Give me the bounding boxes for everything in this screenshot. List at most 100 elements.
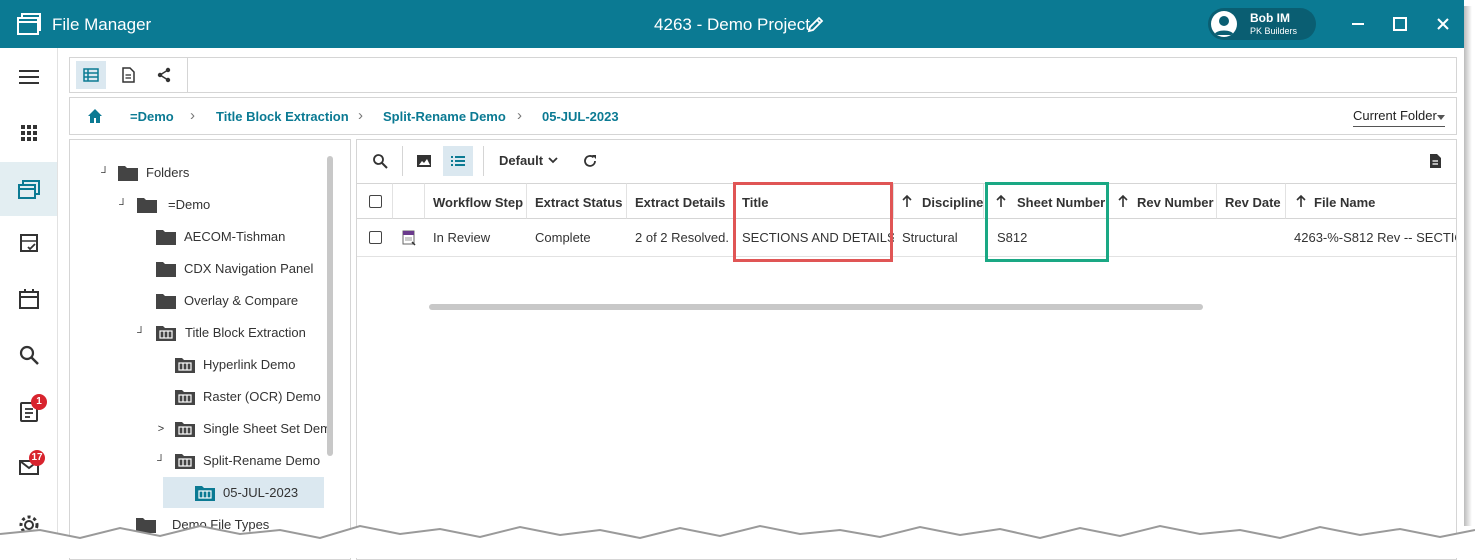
cell-workflow-step[interactable]: In Review [425,219,527,257]
column-header-label: Discipline [922,195,984,210]
column-header[interactable]: Rev Date [1217,183,1286,219]
cell-discipline[interactable]: Structural [894,219,984,257]
left-navigation: 1 17 [0,48,58,558]
tree-node[interactable]: > Single Sheet Set Dem [154,417,330,441]
tree-scrollbar[interactable] [327,156,333,456]
user-profile[interactable]: Bob IM PK Builders [1208,8,1316,40]
folder-scope-value: Current Folder [1353,108,1437,123]
expand-twisty-icon[interactable]: ┘ [134,321,148,345]
folder-icon [156,262,176,277]
breadcrumb-item[interactable]: =Demo [130,109,174,124]
breadcrumb: =Demo › Title Block Extraction › Split-R… [69,97,1457,135]
breadcrumb-item[interactable]: Title Block Extraction [216,109,349,124]
chevron-right-icon[interactable]: > [154,417,168,441]
column-header-icon [393,183,425,219]
dropdown-arrow-icon [1437,115,1445,120]
project-folder-icon [156,326,176,341]
column-header[interactable]: Extract Status [527,183,627,219]
column-header-label: Rev Date [1225,195,1281,210]
grid-horizontal-scrollbar[interactable] [429,304,1203,310]
column-header[interactable]: Rev Number [1109,183,1217,219]
tree-node[interactable]: ┘ Title Block Extraction [134,321,334,345]
column-header[interactable]: File Name [1286,183,1456,219]
thumbnail-view-icon[interactable] [409,146,439,176]
hamburger-menu-icon[interactable] [0,54,57,98]
chevron-right-icon: › [190,107,195,124]
cell-file-name[interactable]: 4263-%-S812 Rev -- SECTIONS AND DETAILS [1286,219,1456,257]
tree-node-label: Overlay & Compare [184,293,299,308]
grid-toolbar: Default [357,140,1456,182]
file-grid-panel: Default Workflow Step Extract Status Ext… [356,139,1457,560]
cell-extract-details[interactable]: 2 of 2 Resolved. [627,219,734,257]
expand-twisty-icon[interactable]: ┘ [154,449,168,473]
share-icon[interactable] [149,61,179,89]
toolbar-divider [402,146,403,176]
mail-icon[interactable]: 17 [0,444,57,488]
cell-sheet-number[interactable]: S812 [984,219,1109,257]
export-icon[interactable] [1420,146,1450,176]
project-folder-icon [195,486,215,501]
tree-node-root[interactable]: ┘ Folders [98,161,298,185]
home-icon[interactable] [87,108,103,124]
table-row-select [357,219,393,257]
tree-node[interactable]: Hyperlink Demo [175,353,335,377]
file-manager-nav-icon[interactable] [0,162,57,216]
list-view-icon[interactable] [443,146,473,176]
apps-grid-icon[interactable] [0,110,57,154]
tasks-clipboard-icon[interactable]: 1 [0,388,57,432]
sort-arrow-up-icon [1118,194,1128,207]
app-title: File Manager [52,15,152,34]
tree-node-label: =Demo [168,197,211,212]
select-all-checkbox[interactable] [369,195,382,208]
search-icon[interactable] [0,332,57,376]
minimize-icon[interactable] [1346,12,1370,36]
column-header-title[interactable]: Title [734,183,894,219]
column-header-select[interactable] [357,183,393,219]
file-type-cell[interactable] [393,219,425,257]
column-header-sheet-number[interactable]: Sheet Number [984,183,1109,219]
user-company: PK Builders [1250,26,1298,36]
column-header-label: Rev Number [1137,195,1214,210]
cell-extract-status[interactable]: Complete [527,219,627,257]
chevron-right-icon: › [358,107,363,124]
breadcrumb-item-current[interactable]: 05-JUL-2023 [542,109,619,124]
title-bar: File Manager 4263 - Demo Project Bob IM … [0,0,1464,48]
view-preset-select[interactable]: Default [499,153,558,168]
tree-node[interactable]: CDX Navigation Panel [156,257,336,281]
expand-twisty-icon[interactable]: ┘ [98,161,112,185]
row-checkbox[interactable] [369,231,382,244]
tasks-badge: 1 [31,394,47,410]
tree-node-label: Title Block Extraction [185,325,306,340]
column-header[interactable]: Workflow Step [425,183,527,219]
review-checklist-icon[interactable] [0,220,57,264]
tree-node-label: Raster (OCR) Demo [203,389,321,404]
tree-node[interactable]: ┘ =Demo [116,193,316,217]
edit-pencil-icon[interactable] [806,14,826,34]
folder-icon [118,166,138,181]
cell-rev-date[interactable] [1217,219,1286,257]
refresh-icon[interactable] [575,146,605,176]
calendar-icon[interactable] [0,276,57,320]
tree-node[interactable]: Raster (OCR) Demo [175,385,335,409]
list-view-icon[interactable] [76,61,106,89]
tree-node[interactable]: Overlay & Compare [156,289,336,313]
folder-icon [137,198,157,213]
view-toolbar [69,57,1457,93]
grid-search-icon[interactable] [365,146,395,176]
column-header[interactable]: Discipline [894,183,984,219]
document-icon[interactable] [113,61,143,89]
close-icon[interactable] [1431,12,1455,36]
expand-twisty-icon[interactable]: ┘ [116,193,130,217]
cell-title[interactable]: SECTIONS AND DETAILS [734,219,894,257]
column-header[interactable]: Extract Details [627,183,734,219]
tree-node[interactable]: ┘ Split-Rename Demo [154,449,330,473]
tree-node[interactable]: AECOM-Tishman [156,225,336,249]
maximize-icon[interactable] [1388,12,1412,36]
tree-node-selected[interactable]: 05-JUL-2023 [163,477,324,508]
tree-node-label: AECOM-Tishman [184,229,286,244]
folder-scope-select[interactable]: Current Folder [1353,108,1445,127]
breadcrumb-item[interactable]: Split-Rename Demo [383,109,506,124]
sort-arrow-up-icon [1296,194,1306,207]
tree-node-label: Split-Rename Demo [203,453,321,468]
cell-rev-number[interactable] [1109,219,1217,257]
